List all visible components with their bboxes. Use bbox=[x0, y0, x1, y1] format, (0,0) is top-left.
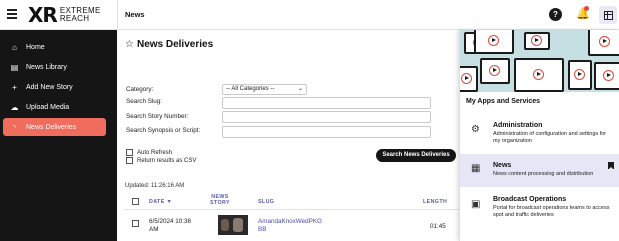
logo-text: EXTREME REACH bbox=[60, 7, 101, 23]
play-icon bbox=[489, 65, 500, 76]
search-synopsis-input[interactable] bbox=[222, 126, 431, 138]
app-name: Administration bbox=[493, 122, 543, 129]
screen-illustration bbox=[524, 32, 550, 50]
length-column-header[interactable]: LENGTH bbox=[423, 199, 447, 205]
broadcast-icon: ▣ bbox=[471, 199, 481, 210]
top-bar: XR EXTREME REACH News ? 🔔 bbox=[0, 0, 619, 30]
screen-illustration bbox=[588, 30, 619, 56]
auto-refresh-option[interactable]: Auto Refresh bbox=[126, 149, 172, 156]
news-story-thumbnail[interactable] bbox=[218, 215, 248, 235]
hamburger-menu-icon[interactable] bbox=[7, 9, 17, 19]
row-date-line-2: AM bbox=[149, 226, 159, 233]
apps-grid-icon bbox=[603, 10, 613, 20]
logo-mark: XR bbox=[28, 3, 58, 27]
row-checkbox[interactable] bbox=[132, 220, 139, 227]
play-icon bbox=[574, 69, 585, 80]
screen-illustration bbox=[480, 58, 510, 84]
app-description: Administration of configuration and sett… bbox=[493, 131, 607, 144]
category-select-value: -- All Categories -- bbox=[226, 86, 275, 92]
row-length: 01:45 bbox=[430, 223, 446, 230]
app-description: News content processing and distribution bbox=[493, 171, 594, 177]
app-item-news[interactable]: ▦ News News content processing and distr… bbox=[460, 154, 619, 187]
slug-column-header[interactable]: SLUG bbox=[258, 199, 274, 205]
sidebar-item-upload-media[interactable]: ☁ Upload Media bbox=[3, 98, 106, 116]
home-icon: ⌂ bbox=[12, 42, 17, 52]
category-select[interactable]: -- All Categories -- ⌄ bbox=[222, 84, 307, 95]
updated-timestamp: Updated: 11:26:16 AM bbox=[125, 183, 185, 189]
csv-option[interactable]: Return results as CSV bbox=[126, 157, 196, 164]
app-description: Portal for broadcast operations teams to… bbox=[493, 205, 610, 218]
screen-illustration bbox=[514, 58, 564, 92]
play-icon bbox=[599, 36, 610, 47]
header-page-label: News bbox=[125, 10, 145, 19]
row-date: 6/5/2024 10:36 AM bbox=[149, 218, 191, 234]
sidebar-item-label: News Library bbox=[26, 63, 67, 71]
play-icon bbox=[488, 35, 499, 46]
table-row[interactable]: 6/5/2024 10:36 AM AmandaKnoxWedPKG BB 01… bbox=[123, 211, 459, 241]
sidebar-item-news-deliveries[interactable]: ◝ News Deliveries bbox=[3, 118, 106, 136]
search-slug-input[interactable] bbox=[222, 97, 431, 109]
library-icon: ▤ bbox=[10, 62, 19, 72]
csv-checkbox[interactable] bbox=[126, 157, 133, 164]
news-story-header-line-2: STORY bbox=[210, 200, 230, 206]
notification-badge bbox=[584, 6, 589, 11]
cloud-upload-icon: ☁ bbox=[10, 102, 19, 112]
csv-label: Return results as CSV bbox=[137, 157, 197, 164]
table-header: DATE ▼ NEWS STORY SLUG LENGTH bbox=[123, 193, 459, 210]
news-story-column-header: NEWS STORY bbox=[210, 194, 230, 206]
search-slug-label: Search Slug: bbox=[126, 98, 163, 105]
sidebar-item-add-new-story[interactable]: + Add New Story bbox=[3, 78, 106, 96]
gear-icon: ⚙ bbox=[471, 124, 480, 135]
app-name: Broadcast Operations bbox=[493, 196, 567, 203]
logo-line-2: REACH bbox=[59, 14, 90, 23]
screen-illustration bbox=[594, 62, 619, 90]
app-item-broadcast-operations[interactable]: ▣ Broadcast Operations Portal for broadc… bbox=[460, 194, 619, 226]
row-slug-line-2: BB bbox=[258, 226, 267, 233]
screen-illustration bbox=[460, 66, 478, 92]
search-story-number-input[interactable] bbox=[222, 111, 431, 123]
header-divider bbox=[117, 0, 118, 30]
screen-illustration bbox=[568, 60, 592, 90]
sidebar: ⌂ Home ▤ News Library + Add New Story ☁ … bbox=[0, 30, 117, 241]
search-story-number-label: Search Story Number: bbox=[126, 113, 189, 120]
extreme-reach-logo[interactable]: XR EXTREME REACH bbox=[28, 3, 101, 27]
page-title-text: News Deliveries bbox=[136, 39, 214, 50]
favorite-star-icon[interactable]: ☆ bbox=[125, 39, 134, 50]
page-title: ☆ News Deliveries bbox=[125, 39, 213, 50]
bookmark-icon[interactable] bbox=[608, 162, 614, 170]
news-icon: ▦ bbox=[471, 163, 481, 174]
search-synopsis-label: Search Synopsis or Script: bbox=[126, 127, 201, 134]
apps-grid-button[interactable] bbox=[599, 6, 617, 24]
search-news-deliveries-button[interactable]: Search News Deliveries bbox=[376, 149, 456, 162]
auto-refresh-label: Auto Refresh bbox=[137, 149, 173, 156]
app-item-administration[interactable]: ⚙ Administration Administration of confi… bbox=[460, 120, 619, 152]
help-icon[interactable]: ? bbox=[549, 8, 562, 21]
play-icon bbox=[531, 35, 542, 46]
sidebar-item-news-library[interactable]: ▤ News Library bbox=[3, 58, 106, 76]
select-all-checkbox[interactable] bbox=[132, 198, 139, 205]
apps-services-panel: My Apps and Services ⚙ Administration Ad… bbox=[459, 30, 619, 241]
sidebar-item-label: Upload Media bbox=[26, 103, 70, 111]
play-icon bbox=[603, 70, 614, 81]
sidebar-item-label: Home bbox=[26, 43, 45, 51]
app-name: News bbox=[493, 162, 512, 169]
play-icon bbox=[533, 69, 544, 80]
row-slug-link[interactable]: AmandaKnoxWedPKG BB bbox=[258, 218, 322, 234]
main-content: ☆ News Deliveries Category: -- All Catego… bbox=[118, 30, 459, 241]
plus-icon: + bbox=[12, 82, 17, 92]
play-icon bbox=[461, 73, 472, 84]
date-column-header[interactable]: DATE ▼ bbox=[149, 199, 172, 205]
row-date-line-1: 6/5/2024 10:36 bbox=[149, 218, 192, 225]
apps-heading: My Apps and Services bbox=[466, 98, 541, 105]
sidebar-item-label: News Deliveries bbox=[26, 123, 77, 131]
category-label: Category: bbox=[126, 86, 154, 93]
auto-refresh-checkbox[interactable] bbox=[126, 149, 133, 156]
chevron-down-icon: ⌄ bbox=[297, 86, 303, 92]
rss-icon: ◝ bbox=[12, 122, 17, 132]
row-slug-line-1: AmandaKnoxWedPKG bbox=[258, 218, 322, 225]
sidebar-item-home[interactable]: ⌂ Home bbox=[3, 38, 106, 56]
sidebar-item-label: Add New Story bbox=[26, 83, 73, 91]
screen-illustration bbox=[474, 30, 514, 54]
apps-hero-illustration bbox=[460, 30, 619, 92]
